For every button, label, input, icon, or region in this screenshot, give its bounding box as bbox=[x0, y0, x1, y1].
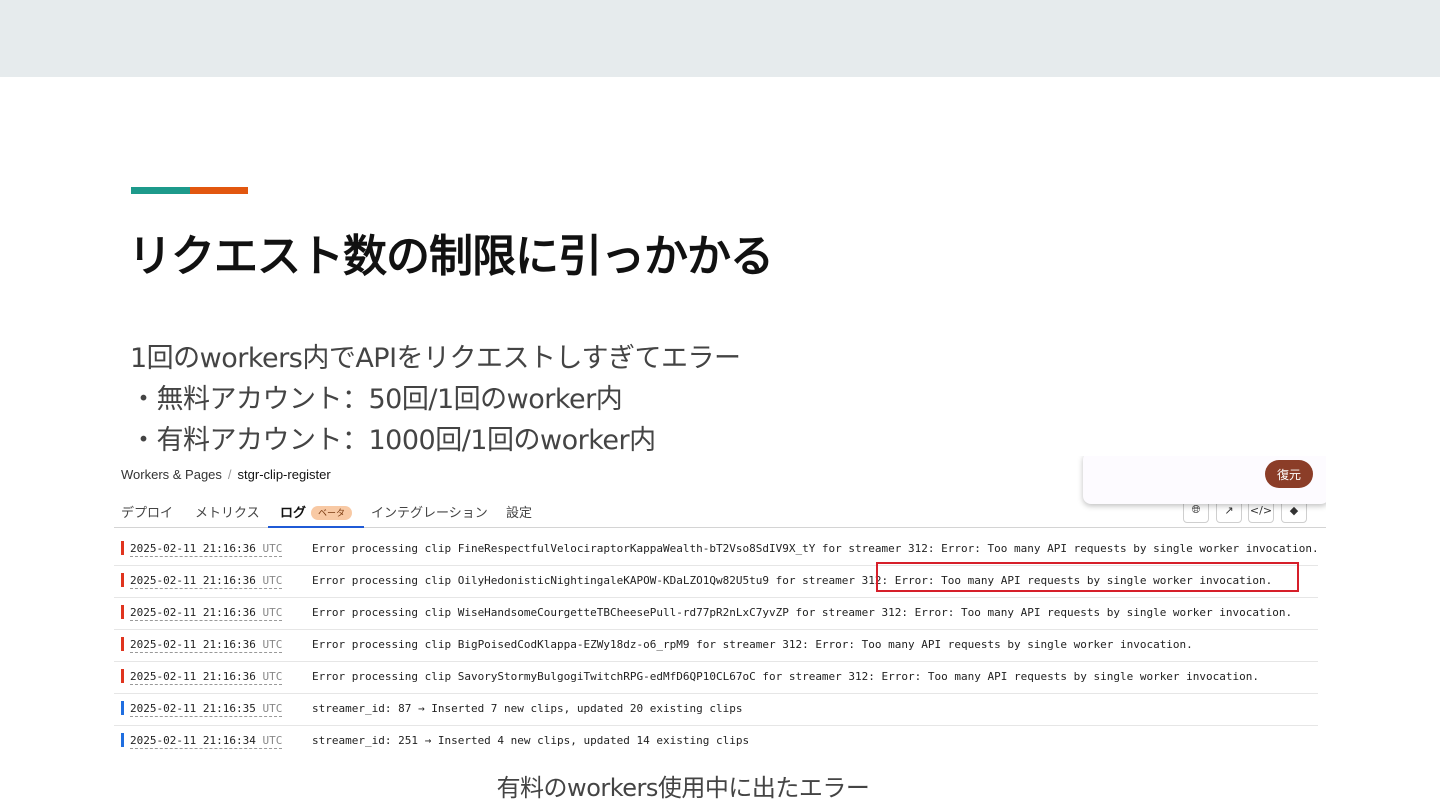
log-date: 2025-02-11 21:16:36 bbox=[130, 670, 256, 683]
log-timestamp[interactable]: 2025-02-11 21:16:36 UTC bbox=[130, 638, 283, 653]
log-message: Error processing clip BigPoisedCodKlappa… bbox=[312, 638, 1193, 651]
slide-caption: 有料のworkers使用中に出たエラー bbox=[496, 774, 870, 802]
log-timestamp[interactable]: 2025-02-11 21:16:36 UTC bbox=[130, 670, 283, 685]
log-timestamp[interactable]: 2025-02-11 21:16:36 UTC bbox=[130, 574, 283, 589]
log-row[interactable]: 2025-02-11 21:16:36 UTC Error processing … bbox=[114, 630, 1318, 662]
info-level-indicator bbox=[121, 701, 124, 715]
restore-popup: 復元 bbox=[1083, 456, 1326, 504]
log-date: 2025-02-11 21:16:36 bbox=[130, 542, 256, 555]
breadcrumb-separator: / bbox=[227, 467, 232, 482]
body-line: ・無料アカウント：50回/1回のworker内 bbox=[130, 384, 623, 415]
error-level-indicator bbox=[121, 573, 124, 587]
slide-body: 1回のworkers内でAPIをリクエストしすぎてエラー ・無料アカウント：50… bbox=[130, 338, 741, 461]
log-date: 2025-02-11 21:16:36 bbox=[130, 574, 256, 587]
accent-bar-orange bbox=[190, 187, 248, 194]
log-message: streamer_id: 87 → Inserted 7 new clips, … bbox=[312, 702, 743, 715]
log-row[interactable]: 2025-02-11 21:16:36 UTC Error processing … bbox=[114, 598, 1318, 630]
dashboard-screenshot: Workers & Pages / stgr-clip-register デプロイ … bbox=[114, 456, 1326, 756]
log-timezone: UTC bbox=[262, 574, 283, 587]
top-band bbox=[0, 0, 1440, 77]
restore-button[interactable]: 復元 bbox=[1265, 460, 1313, 488]
tab-logs[interactable]: ログ ベータ bbox=[268, 502, 365, 528]
log-timezone: UTC bbox=[262, 734, 283, 747]
info-level-indicator bbox=[121, 733, 124, 747]
log-message: Error processing clip FineRespectfulVelo… bbox=[312, 542, 1319, 555]
log-timezone: UTC bbox=[262, 606, 283, 619]
body-line: 1回のworkers内でAPIをリクエストしすぎてエラー bbox=[130, 343, 741, 374]
log-message: streamer_id: 251 → Inserted 4 new clips,… bbox=[312, 734, 750, 747]
error-level-indicator bbox=[121, 541, 124, 555]
tab-metrics[interactable]: メトリクス bbox=[195, 502, 260, 527]
log-message: Error processing clip SavoryStormyBulgog… bbox=[312, 670, 1260, 683]
slide-title: リクエスト数の制限に引っかかる bbox=[128, 231, 774, 282]
error-level-indicator bbox=[121, 637, 124, 651]
log-date: 2025-02-11 21:16:34 bbox=[130, 734, 256, 747]
error-level-indicator bbox=[121, 605, 124, 619]
tab-deploy[interactable]: デプロイ bbox=[121, 502, 173, 527]
log-date: 2025-02-11 21:16:36 bbox=[130, 606, 256, 619]
log-timestamp[interactable]: 2025-02-11 21:16:36 UTC bbox=[130, 606, 283, 621]
log-timezone: UTC bbox=[262, 638, 283, 651]
error-level-indicator bbox=[121, 669, 124, 683]
body-line: ・有料アカウント：1000回/1回のworker内 bbox=[130, 425, 656, 456]
tab-label: ログ bbox=[280, 505, 307, 520]
log-timestamp[interactable]: 2025-02-11 21:16:36 UTC bbox=[130, 542, 283, 557]
tab-settings[interactable]: 設定 bbox=[506, 502, 532, 527]
tab-integrations[interactable]: インテグレーション bbox=[371, 502, 488, 527]
breadcrumb-current: stgr-clip-register bbox=[237, 467, 331, 482]
log-timezone: UTC bbox=[262, 670, 283, 683]
log-date: 2025-02-11 21:16:36 bbox=[130, 638, 256, 651]
log-row[interactable]: 2025-02-11 21:16:36 UTC Error processing … bbox=[114, 662, 1318, 694]
log-timestamp[interactable]: 2025-02-11 21:16:34 UTC bbox=[130, 734, 283, 749]
tab-label: インテグレーション bbox=[371, 505, 488, 520]
breadcrumb-root-link[interactable]: Workers & Pages bbox=[121, 467, 222, 482]
log-message: Error processing clip WiseHandsomeCourge… bbox=[312, 606, 1293, 619]
log-row[interactable]: 2025-02-11 21:16:35 UTC streamer_id: 87 →… bbox=[114, 694, 1318, 726]
log-row[interactable]: 2025-02-11 21:16:34 UTC streamer_id: 251 … bbox=[114, 726, 1318, 756]
tab-label: デプロイ bbox=[121, 505, 174, 520]
breadcrumb: Workers & Pages / stgr-clip-register bbox=[121, 467, 331, 482]
tab-label: メトリクス bbox=[195, 505, 260, 520]
accent-bar-teal bbox=[131, 187, 190, 194]
highlight-box bbox=[876, 562, 1299, 592]
beta-badge: ベータ bbox=[311, 506, 353, 520]
log-timezone: UTC bbox=[262, 542, 283, 555]
log-date: 2025-02-11 21:16:35 bbox=[130, 702, 256, 715]
log-timestamp[interactable]: 2025-02-11 21:16:35 UTC bbox=[130, 702, 283, 717]
tab-label: 設定 bbox=[506, 505, 533, 520]
log-timezone: UTC bbox=[262, 702, 283, 715]
